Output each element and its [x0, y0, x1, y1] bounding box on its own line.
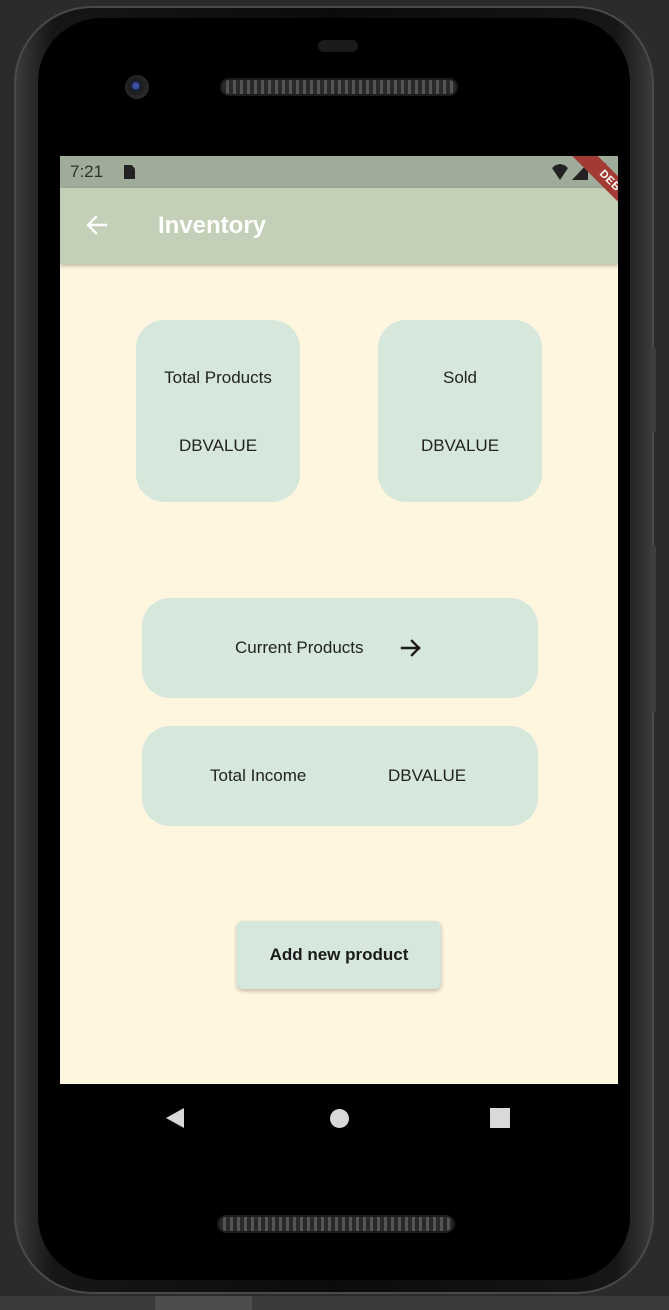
total-income-label: Total Income: [210, 766, 307, 785]
window-bottom-strip: [0, 1296, 669, 1310]
total-products-card: Total Products DBVALUE: [136, 320, 300, 502]
sim-card-icon: [124, 165, 135, 179]
total-income-value: DBVALUE: [388, 766, 467, 785]
home-circle-icon[interactable]: [330, 1109, 349, 1128]
earpiece-speaker: [222, 80, 456, 94]
sold-label: Sold: [442, 368, 478, 387]
sold-value: DBVALUE: [420, 436, 500, 455]
status-bar: 7:21: [60, 156, 618, 188]
back-triangle-icon[interactable]: [166, 1108, 184, 1128]
window-tab: [155, 1296, 252, 1310]
arrow-back-icon[interactable]: [84, 212, 110, 238]
status-time: 7:21: [70, 162, 104, 181]
power-button: [650, 348, 656, 432]
bottom-speaker: [219, 1217, 453, 1231]
current-products-card[interactable]: Current Products: [142, 598, 538, 698]
arrow-forward-icon: [399, 636, 423, 660]
sold-card: Sold DBVALUE: [378, 320, 542, 502]
total-products-value: DBVALUE: [178, 436, 258, 455]
app-bar: Inventory: [60, 188, 618, 264]
front-camera-icon: [125, 75, 149, 99]
add-new-product-button[interactable]: Add new product: [237, 921, 441, 989]
current-products-label: Current Products: [235, 638, 364, 657]
app-screen: 7:21 Inventory DEBUG Total Products DBVA…: [60, 156, 618, 1084]
total-products-label: Total Products: [164, 368, 272, 387]
recents-square-icon[interactable]: [490, 1108, 510, 1128]
wifi-icon: [552, 164, 568, 180]
total-income-card: Total Income DBVALUE: [142, 726, 538, 826]
proximity-sensor: [318, 40, 358, 52]
page-title: Inventory: [158, 212, 267, 239]
volume-button: [650, 545, 656, 713]
